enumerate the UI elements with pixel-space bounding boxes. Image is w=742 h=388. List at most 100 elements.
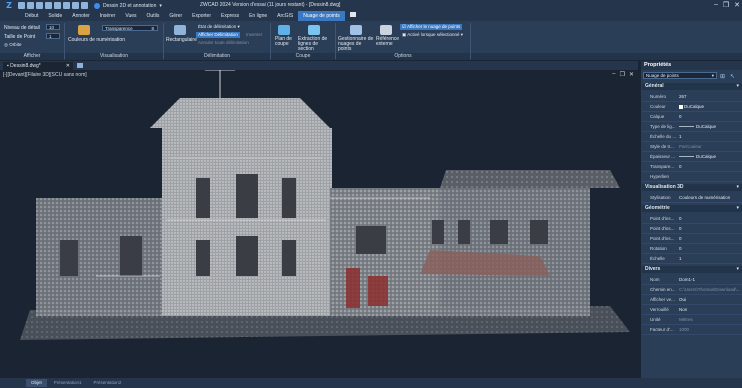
property-value-text: Oui: [679, 297, 687, 302]
property-row[interactable]: Point d'ins... 0: [642, 234, 742, 244]
remove-all-clip-button[interactable]: Annuler toute délimitation: [196, 40, 251, 46]
property-row[interactable]: Transpare... 0: [642, 162, 742, 172]
transparency-input[interactable]: Transparence 8: [102, 25, 158, 31]
contextual-toolbar-dropdown[interactable]: ▣ Activé lorsque sélectionné ▾: [400, 32, 465, 38]
property-section-header[interactable]: Géométrie ▾: [642, 205, 742, 212]
property-row[interactable]: Chemin en... C:\Users\Thomas\Download\...: [642, 285, 742, 295]
property-section-header[interactable]: Divers ▾: [642, 266, 742, 273]
extract-section-label[interactable]: Extraction de lignes de section: [298, 37, 334, 52]
property-row[interactable]: Style de tr... ParCouleur: [642, 142, 742, 152]
save-icon[interactable]: [36, 2, 43, 9]
property-row[interactable]: Rotation 0: [642, 244, 742, 254]
ribbon-tab[interactable]: Annoter: [67, 11, 95, 21]
window-title: ZWCAD 2024 Version d'essai (11 jours res…: [200, 2, 341, 8]
property-value: 1: [679, 134, 741, 139]
match-properties-icon[interactable]: [81, 2, 88, 9]
extract-section-icon[interactable]: [308, 25, 320, 35]
restore-icon[interactable]: ❐: [620, 71, 625, 78]
property-row[interactable]: Facteur d'... 1000: [642, 325, 742, 335]
ribbon-tab[interactable]: Express: [216, 11, 244, 21]
point-cloud-manager-label[interactable]: Gestionnaire de nuages de points: [338, 37, 374, 52]
property-row[interactable]: Épaisseur ... DuCalque: [642, 152, 742, 162]
point-size-input[interactable]: 1: [46, 33, 60, 39]
document-tab[interactable]: ▪ Dessin8.dwg* ✕: [3, 62, 73, 70]
layout-tab[interactable]: Présentation2: [89, 379, 127, 387]
ribbon-tab[interactable]: Gérer: [164, 11, 187, 21]
redo-icon[interactable]: [72, 2, 79, 9]
workspace-selector[interactable]: Dessin 2D et annotation ▾: [94, 2, 162, 9]
external-reference-icon[interactable]: [380, 25, 392, 35]
clip-state-dropdown[interactable]: État de délimitation ▾: [196, 24, 242, 30]
drawing-viewport[interactable]: [-][Devant][Filaire 3D][SCU sans nom] – …: [0, 70, 638, 378]
property-row[interactable]: Hyperlien: [642, 172, 742, 182]
restore-icon[interactable]: ❐: [723, 1, 729, 9]
property-section-header[interactable]: Visualisation 3D ▾: [642, 184, 742, 191]
property-row[interactable]: Calque 0: [642, 112, 742, 122]
detail-level-input[interactable]: 10: [46, 24, 60, 30]
ribbon-tab[interactable]: En ligne: [244, 11, 272, 21]
minimize-icon[interactable]: –: [714, 1, 718, 9]
quick-select-icon[interactable]: ⊞: [720, 73, 725, 80]
section-title: Divers: [645, 266, 661, 272]
property-value-text: 1: [679, 256, 682, 261]
ribbon-tab[interactable]: Exporter: [187, 11, 216, 21]
property-row[interactable]: Échelle du ... 1: [642, 132, 742, 142]
select-objects-icon[interactable]: ↖: [730, 73, 735, 80]
property-key: Style de tr...: [650, 144, 674, 149]
external-reference-label[interactable]: Référence externe: [376, 37, 399, 47]
rectangular-clip-label[interactable]: Rectangulaire: [166, 37, 197, 43]
invert-clip-button[interactable]: Inverser: [244, 32, 264, 38]
close-icon[interactable]: ✕: [734, 1, 740, 9]
close-icon[interactable]: ✕: [629, 71, 634, 78]
property-row[interactable]: Échelle 1: [642, 254, 742, 264]
property-value-text: Non: [679, 307, 688, 312]
rectangular-clip-icon[interactable]: [174, 25, 186, 35]
open-file-icon[interactable]: [27, 2, 34, 9]
property-value: DuCalque: [679, 124, 741, 129]
undo-icon[interactable]: [63, 2, 70, 9]
close-tab-icon[interactable]: ✕: [66, 62, 70, 70]
property-row[interactable]: Verrouillé Non: [642, 305, 742, 315]
property-value-text: DuCalque: [696, 124, 717, 129]
property-row[interactable]: Stylisation Couleurs de numérisation: [642, 193, 742, 203]
property-row[interactable]: Couleur DuCalque: [642, 102, 742, 112]
orbit-button[interactable]: ◎ Orbite: [2, 42, 23, 48]
print-icon[interactable]: [54, 2, 61, 9]
ribbon-more-icon[interactable]: [345, 11, 361, 21]
ribbon-tab[interactable]: Vues: [120, 11, 141, 21]
section-plane-icon[interactable]: [278, 25, 290, 35]
ribbon-tab[interactable]: Insérer: [95, 11, 121, 21]
show-point-cloud-button[interactable]: ☑ Afficher le nuage de points: [400, 24, 463, 30]
scan-colors-icon[interactable]: [78, 25, 90, 35]
panel-title-coupe: Coupe: [271, 53, 335, 60]
property-key: Facteur d'...: [650, 327, 674, 332]
scan-colors-label[interactable]: Couleurs de numérisation: [68, 37, 125, 43]
property-value-text: 0: [679, 164, 682, 169]
viewport-controls-label[interactable]: [-][Devant][Filaire 3D][SCU sans nom]: [3, 72, 87, 78]
property-row[interactable]: Nom Dom1-1: [642, 275, 742, 285]
property-value-text: 0: [679, 226, 682, 231]
section-plane-label[interactable]: Plan de coupe: [275, 37, 297, 47]
show-clip-button[interactable]: Afficher Délimitation: [196, 32, 240, 38]
ribbon-tab[interactable]: ArcGIS: [272, 11, 298, 21]
selection-dropdown[interactable]: Nuage de points ▾: [643, 72, 717, 79]
property-row[interactable]: Numéro 267: [642, 92, 742, 102]
ribbon-tab[interactable]: Nuage de points: [298, 11, 345, 21]
property-section-header[interactable]: Général ▾: [642, 83, 742, 90]
property-row[interactable]: Point d'ins... 0: [642, 224, 742, 234]
property-row[interactable]: Point d'ins... 0: [642, 214, 742, 224]
property-row[interactable]: Unité Mètres: [642, 315, 742, 325]
point-cloud-manager-icon[interactable]: [350, 25, 362, 35]
ribbon-tab[interactable]: Solide: [43, 11, 67, 21]
new-file-icon[interactable]: [18, 2, 25, 9]
layout-tab[interactable]: Objet: [26, 379, 47, 387]
new-tab-icon[interactable]: [77, 63, 83, 68]
app-logo-icon[interactable]: Z: [0, 0, 18, 11]
minimize-icon[interactable]: –: [612, 71, 615, 78]
property-row[interactable]: Type de lig... DuCalque: [642, 122, 742, 132]
layout-tab[interactable]: Présentation1: [49, 379, 87, 387]
save-as-icon[interactable]: [45, 2, 52, 9]
ribbon-tab[interactable]: Outils: [142, 11, 165, 21]
property-row[interactable]: Afficher ve... Oui: [642, 295, 742, 305]
ribbon-tab[interactable]: Début: [20, 11, 43, 21]
